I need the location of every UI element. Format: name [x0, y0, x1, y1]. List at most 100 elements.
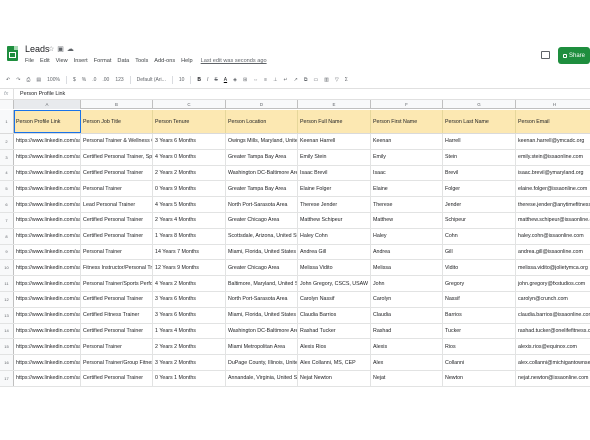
table-cell[interactable]: 0 Years 1 Months [153, 371, 226, 386]
table-cell[interactable]: https://www.linkedin.com/sales/... [14, 165, 81, 181]
print-icon[interactable]: ⎙ [26, 77, 30, 83]
table-cell[interactable]: https://www.linkedin.com/sales/... [14, 181, 81, 197]
table-cell[interactable]: 2 Years 4 Months [153, 213, 226, 228]
increase-decimals-button[interactable]: .00 [102, 77, 109, 83]
table-cell[interactable]: North Port-Sarasota Area [226, 197, 298, 212]
text-color-button[interactable]: A [224, 77, 227, 83]
row-number[interactable]: 12 [0, 292, 14, 307]
table-cell[interactable]: Owings Mills, Maryland, United States [226, 134, 298, 149]
table-cell[interactable]: Elaine [371, 181, 443, 197]
table-cell[interactable]: Miami Metropolitan Area [226, 339, 298, 355]
row-number[interactable]: 3 [0, 149, 14, 165]
table-cell[interactable]: Isaac [371, 165, 443, 181]
column-header-c[interactable]: C [153, 100, 226, 109]
fill-color-icon[interactable]: ◈ [233, 77, 237, 83]
menu-view[interactable]: View [56, 58, 68, 64]
table-cell[interactable]: Matthew Schipeur [298, 213, 371, 228]
table-cell[interactable]: Carolyn [371, 292, 443, 307]
share-button[interactable]: Share [558, 47, 590, 64]
star-icon[interactable]: ☆ [48, 46, 57, 53]
table-cell[interactable]: Claudia [371, 307, 443, 323]
currency-format-button[interactable]: $ [73, 77, 76, 83]
borders-icon[interactable]: ⊞ [243, 77, 247, 83]
table-cell[interactable]: Isaac Brevil [298, 165, 371, 181]
table-cell[interactable]: 3 Years 6 Months [153, 134, 226, 149]
table-cell[interactable]: https://www.linkedin.com/sales/... [14, 149, 81, 165]
row-number[interactable]: 2 [0, 134, 14, 149]
table-cell[interactable]: Haley [371, 228, 443, 244]
menu-tools[interactable]: Tools [135, 58, 148, 64]
undo-icon[interactable]: ↶ [6, 77, 10, 83]
table-cell[interactable]: john.gregory@fxstudios.com [516, 276, 590, 291]
sheets-logo-icon[interactable] [7, 46, 18, 61]
table-cell[interactable]: Miami, Florida, United States [226, 307, 298, 323]
column-header-b[interactable]: B [81, 100, 153, 109]
table-cell[interactable]: Greater Tampa Bay Area [226, 149, 298, 165]
table-cell[interactable]: Personal Trainer & Wellness Coach [81, 134, 153, 149]
decrease-decimals-button[interactable]: .0 [92, 77, 96, 83]
table-cell[interactable]: 4 Years 0 Months [153, 149, 226, 165]
row-number[interactable]: 16 [0, 355, 14, 370]
table-cell[interactable]: https://www.linkedin.com/sales/... [14, 228, 81, 244]
table-cell[interactable]: Certified Personal Trainer [81, 323, 153, 339]
table-cell[interactable]: keenan.harrell@ymcadc.org [516, 134, 590, 149]
row-number[interactable]: 11 [0, 276, 14, 291]
table-cell[interactable]: Andrea Gill [298, 244, 371, 260]
table-cell[interactable]: North Port-Sarasota Area [226, 292, 298, 307]
table-cell[interactable]: Tucker [443, 323, 516, 339]
table-cell[interactable]: Alexis [371, 339, 443, 355]
header-cell[interactable]: Person First Name [371, 110, 443, 133]
percent-format-button[interactable]: % [82, 77, 86, 83]
row-number[interactable]: 13 [0, 307, 14, 323]
table-cell[interactable]: Rios [443, 339, 516, 355]
table-cell[interactable]: Certified Personal Trainer, Special... [81, 149, 153, 165]
table-cell[interactable]: Claudia Barrios [298, 307, 371, 323]
italic-button[interactable]: I [207, 77, 208, 83]
select-all-corner[interactable] [0, 100, 14, 109]
table-cell[interactable]: 0 Years 9 Months [153, 181, 226, 197]
text-rotation-icon[interactable]: ↗ [294, 77, 298, 83]
table-cell[interactable]: https://www.linkedin.com/sales/... [14, 339, 81, 355]
table-cell[interactable]: Fitness Instructor/Personal Trainer [81, 260, 153, 276]
table-cell[interactable]: 14 Years 7 Months [153, 244, 226, 260]
row-number[interactable]: 14 [0, 323, 14, 339]
font-size-select[interactable]: 10 [179, 77, 185, 83]
table-cell[interactable]: Rashad Tucker [298, 323, 371, 339]
table-cell[interactable]: https://www.linkedin.com/sales/... [14, 292, 81, 307]
table-cell[interactable]: Certified Personal Trainer [81, 228, 153, 244]
header-cell[interactable]: Person Profile Link [14, 110, 81, 133]
table-cell[interactable]: Keenan [371, 134, 443, 149]
menu-help[interactable]: Help [181, 58, 193, 64]
table-cell[interactable]: DuPage County, Illinois, United States [226, 355, 298, 370]
column-header-d[interactable]: D [226, 100, 298, 109]
table-cell[interactable]: Certified Personal Trainer [81, 165, 153, 181]
number-format-select[interactable]: 123 [115, 77, 123, 83]
table-cell[interactable]: Cohn [443, 228, 516, 244]
move-to-folder-icon[interactable]: ▣ [57, 46, 67, 53]
zoom-select[interactable]: 100% [47, 77, 60, 83]
table-cell[interactable]: haley.cohn@issaonline.com [516, 229, 590, 244]
header-cell[interactable]: Person Location [226, 110, 298, 133]
table-cell[interactable]: isaac.brevil@ymaryland.org [516, 166, 590, 181]
menu-addons[interactable]: Add-ons [154, 58, 175, 64]
table-cell[interactable]: rashad.tucker@onelifefitness.com [516, 324, 590, 339]
table-cell[interactable]: 2 Years 2 Months [153, 165, 226, 181]
table-cell[interactable]: Scottsdale, Arizona, United States [226, 228, 298, 244]
strikethrough-button[interactable]: S [214, 77, 217, 83]
table-cell[interactable]: 2 Years 2 Months [153, 339, 226, 355]
last-edit-link[interactable]: Last edit was seconds ago [201, 58, 267, 64]
insert-link-icon[interactable]: ⧉ [304, 77, 308, 83]
table-cell[interactable]: Harrell [443, 134, 516, 149]
row-number[interactable]: 4 [0, 165, 14, 181]
table-cell[interactable]: elaine.folger@issaonline.com [516, 181, 590, 196]
table-cell[interactable]: https://www.linkedin.com/sales/... [14, 307, 81, 323]
table-cell[interactable]: https://www.linkedin.com/sales/... [14, 355, 81, 370]
row-number[interactable]: 7 [0, 213, 14, 228]
text-wrap-icon[interactable]: ↵ [283, 77, 287, 83]
menu-format[interactable]: Format [94, 58, 112, 64]
cloud-status-icon[interactable]: ☁ [67, 46, 77, 53]
table-cell[interactable]: Barrios [443, 307, 516, 323]
merge-cells-icon[interactable]: ⇔ [253, 77, 258, 83]
filter-icon[interactable]: ▽ [335, 77, 339, 83]
table-cell[interactable]: Elaine Folger [298, 181, 371, 197]
